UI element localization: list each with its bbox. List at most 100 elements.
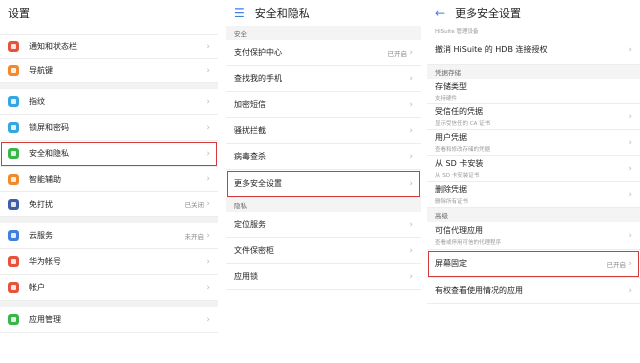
item-trust-agents[interactable]: 可信代理应用 查看或停用可信的代理程序 › <box>427 222 640 250</box>
chevron-right-icon: › <box>206 148 210 159</box>
chevron-right-icon: › <box>206 65 210 76</box>
settings-item-huawei-id[interactable]: 华为帐号 › <box>0 249 218 275</box>
item-screen-pinning[interactable]: 屏幕固定 已开启 › <box>427 250 640 278</box>
chevron-right-icon: › <box>206 199 210 209</box>
item-label: 用户凭据 <box>435 133 467 142</box>
item-label: 病毒查杀 <box>234 152 266 161</box>
chevron-right-icon: › <box>409 219 413 230</box>
item-label: 从 SD 卡安装 <box>435 159 484 168</box>
item-location-service[interactable]: 定位服务 › <box>226 212 421 238</box>
chevron-right-icon: › <box>628 163 632 174</box>
account-icon <box>8 282 19 293</box>
settings-item-cloud[interactable]: 云服务 未开启 › <box>0 223 218 249</box>
item-label: 可信代理应用 <box>435 226 483 235</box>
item-label: 华为帐号 <box>29 257 61 266</box>
chevron-right-icon: › <box>206 122 210 133</box>
item-subtitle: 显示受信任的 CA 证书 <box>435 121 491 127</box>
shield-icon <box>8 148 19 159</box>
item-label: 锁屏和密码 <box>29 123 69 132</box>
cloud-icon <box>8 230 19 241</box>
item-more-security-settings[interactable]: 更多安全设置 › <box>226 170 421 198</box>
settings-item-smart-assist[interactable]: 智能辅助 › <box>0 167 218 192</box>
more-security-header: ← 更多安全设置 <box>427 0 640 26</box>
item-label: 存储类型 <box>435 81 467 91</box>
item-label: 加密短信 <box>234 100 266 109</box>
item-label: 通知和状态栏 <box>29 42 77 51</box>
item-label: 有权查看使用情况的应用 <box>435 286 523 295</box>
item-payment-protection[interactable]: 支付保护中心 已开启 › <box>226 40 421 66</box>
chevron-right-icon: › <box>628 137 632 148</box>
page-title: 安全和隐私 <box>254 7 310 20</box>
chevron-right-icon: › <box>628 258 632 269</box>
settings-item-accounts[interactable]: 帐户 › <box>0 275 218 301</box>
settings-item-fingerprint[interactable]: 指纹 › <box>0 89 218 115</box>
chevron-right-icon: › <box>206 96 210 107</box>
item-subtitle: 查看和修改存储的凭据 <box>435 147 491 153</box>
item-label: 屏幕固定 <box>435 259 467 268</box>
chevron-right-icon: › <box>206 256 210 267</box>
settings-item-navigation-key[interactable]: 导航键 › <box>0 59 218 83</box>
page-title: 设置 <box>8 7 30 20</box>
item-subtitle: 删除所有证书 <box>435 199 469 205</box>
settings-item-lock-screen[interactable]: 锁屏和密码 › <box>0 115 218 141</box>
item-user-credentials[interactable]: 用户凭据 查看和修改存储的凭据 › <box>427 130 640 156</box>
security-header: ☰ 安全和隐私 <box>226 0 421 26</box>
menu-icon[interactable]: ☰ <box>234 7 245 19</box>
huawei-icon <box>8 256 19 267</box>
more-security-panel: ← 更多安全设置 HiSuite 管理设备 撤消 HiSuite 的 HDB 连… <box>427 0 640 363</box>
item-revoke-hdb[interactable]: 撤消 HiSuite 的 HDB 连接授权 › <box>427 35 640 65</box>
settings-item-do-not-disturb[interactable]: 免打扰 已关闭 › <box>0 192 218 217</box>
status-text: 已关闭 <box>184 201 205 209</box>
chevron-right-icon: › <box>409 178 413 189</box>
item-harassment-block[interactable]: 骚扰拦截 › <box>226 118 421 144</box>
item-label: 云服务 <box>29 231 53 240</box>
chevron-right-icon: › <box>628 189 632 200</box>
item-label: 安全和隐私 <box>29 149 69 158</box>
item-storage-type[interactable]: 存储类型 支持硬件 <box>427 79 640 104</box>
back-arrow-icon[interactable]: ← <box>435 7 445 19</box>
chevron-right-icon: › <box>409 99 413 110</box>
item-trusted-credentials[interactable]: 受信任的凭据 显示受信任的 CA 证书 › <box>427 104 640 130</box>
item-clear-credentials[interactable]: 删除凭据 删除所有证书 › <box>427 182 640 208</box>
status-text: 未开启 <box>184 232 205 241</box>
item-find-my-phone[interactable]: 查找我的手机 › <box>226 66 421 92</box>
settings-item-security-privacy[interactable]: 安全和隐私 › <box>0 141 218 167</box>
item-usage-access[interactable]: 有权查看使用情况的应用 › <box>427 278 640 304</box>
chevron-right-icon: › <box>206 314 210 325</box>
chevron-right-icon: › <box>628 285 632 296</box>
chevron-right-icon: › <box>409 271 413 282</box>
moon-icon <box>8 198 19 210</box>
item-subtitle: 从 SD 卡安装证书 <box>435 173 480 179</box>
settings-item-apps[interactable]: 应用管理 › <box>0 307 218 333</box>
item-label: 撤消 HiSuite 的 HDB 连接授权 <box>435 45 548 54</box>
settings-header: 设置 <box>0 0 218 26</box>
settings-item-notifications[interactable]: 通知和状态栏 › <box>0 35 218 59</box>
item-label: 支付保护中心 <box>234 48 282 57</box>
item-label: 应用锁 <box>234 272 258 281</box>
partial-row <box>0 26 218 35</box>
chevron-right-icon: › <box>409 73 413 84</box>
chevron-right-icon: › <box>409 245 413 256</box>
item-label: 文件保密柜 <box>234 246 274 255</box>
item-virus-scan[interactable]: 病毒查杀 › <box>226 144 421 170</box>
item-app-lock[interactable]: 应用锁 › <box>226 264 421 290</box>
chevron-right-icon: › <box>628 230 632 241</box>
item-label: 骚扰拦截 <box>234 126 266 135</box>
item-encrypted-sms[interactable]: 加密短信 › <box>226 92 421 118</box>
section-header-credential-storage: 凭据存储 <box>427 65 640 79</box>
chevron-right-icon: › <box>206 230 210 241</box>
item-subtitle: 支持硬件 <box>435 95 458 102</box>
notification-icon <box>8 41 19 52</box>
chevron-right-icon: › <box>409 125 413 136</box>
item-label: 应用管理 <box>29 315 61 324</box>
status-text: 已开启 <box>387 49 408 58</box>
section-header-advanced: 高级 <box>427 208 640 222</box>
item-install-from-sd[interactable]: 从 SD 卡安装 从 SD 卡安装证书 › <box>427 156 640 182</box>
item-label: 查找我的手机 <box>234 74 282 83</box>
item-subtitle: 查看或停用可信的代理程序 <box>435 240 502 246</box>
item-file-safe[interactable]: 文件保密柜 › <box>226 238 421 264</box>
hisuite-subtitle: HiSuite 管理设备 <box>435 28 479 35</box>
item-label: 定位服务 <box>234 220 266 229</box>
navigation-key-icon <box>8 65 19 76</box>
chevron-right-icon: › <box>206 41 210 52</box>
